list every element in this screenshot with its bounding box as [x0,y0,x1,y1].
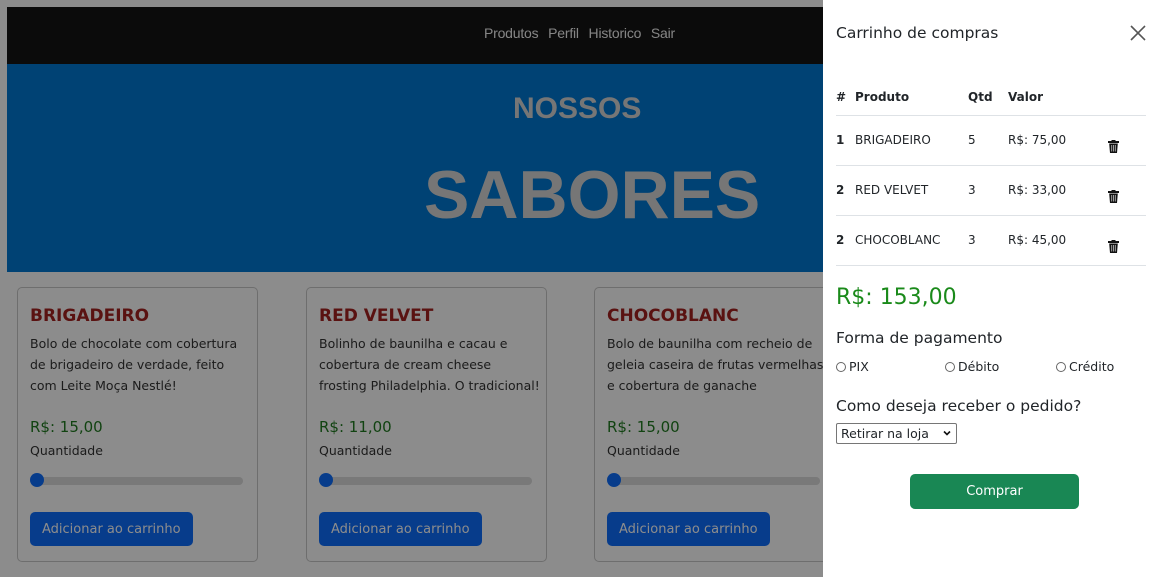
payment-option-pix[interactable]: PIX [836,359,869,374]
trash-icon[interactable] [1108,189,1119,203]
header-product: Produto [855,89,910,104]
cart-table-header: # Produto Qtd Valor [836,79,1146,115]
table-row: 2 RED VELVET 3 R$: 33,00 [836,164,1146,215]
table-row: 1 BRIGADEIRO 5 R$: 75,00 [836,114,1146,165]
row-number: 2 [836,164,855,215]
trash-icon[interactable] [1108,139,1119,153]
payment-option-label: PIX [849,359,869,374]
modal-backdrop[interactable] [0,0,823,577]
row-qty: 3 [968,164,1008,215]
cart-total: R$: 153,00 [836,285,957,310]
row-number: 1 [836,114,855,165]
row-qty: 5 [968,114,1008,165]
payment-option-credito[interactable]: Crédito [1056,359,1114,374]
row-product: BRIGADEIRO [855,114,968,165]
payment-option-label: Crédito [1069,359,1115,374]
cart-title: Carrinho de compras [836,24,999,42]
delivery-title: Como deseja receber o pedido? [836,397,1082,415]
delivery-select[interactable]: Retirar na loja [836,423,957,444]
row-qty: 3 [968,214,1008,265]
row-value: R$: 75,00 [1008,114,1090,165]
header-actions [1090,79,1146,115]
header-number: # [836,89,847,104]
row-product: RED VELVET [855,164,968,215]
row-number: 2 [836,214,855,265]
header-qty: Qtd [968,89,993,104]
row-value: R$: 33,00 [1008,164,1090,215]
payment-option-debito[interactable]: Débito [945,359,999,374]
cart-panel: Carrinho de compras # Produto Qtd Valor … [823,0,1157,577]
radio-button[interactable] [836,361,846,372]
table-row: 2 CHOCOBLANC 3 R$: 45,00 [836,214,1146,265]
payment-option-label: Débito [958,359,1000,374]
trash-icon[interactable] [1108,239,1119,253]
header-value: Valor [1008,89,1044,104]
radio-button[interactable] [945,361,955,372]
row-product: CHOCOBLANC [855,214,968,265]
chevron-down-icon [943,430,951,436]
radio-button[interactable] [1056,361,1066,372]
close-icon[interactable] [1127,22,1149,44]
payment-title: Forma de pagamento [836,329,1003,347]
row-value: R$: 45,00 [1008,214,1090,265]
cart-table: # Produto Qtd Valor 1 BRIGADEIRO 5 R$: 7… [836,79,1146,266]
delivery-selected-value: Retirar na loja [841,426,929,441]
buy-button[interactable]: Comprar [910,474,1079,509]
